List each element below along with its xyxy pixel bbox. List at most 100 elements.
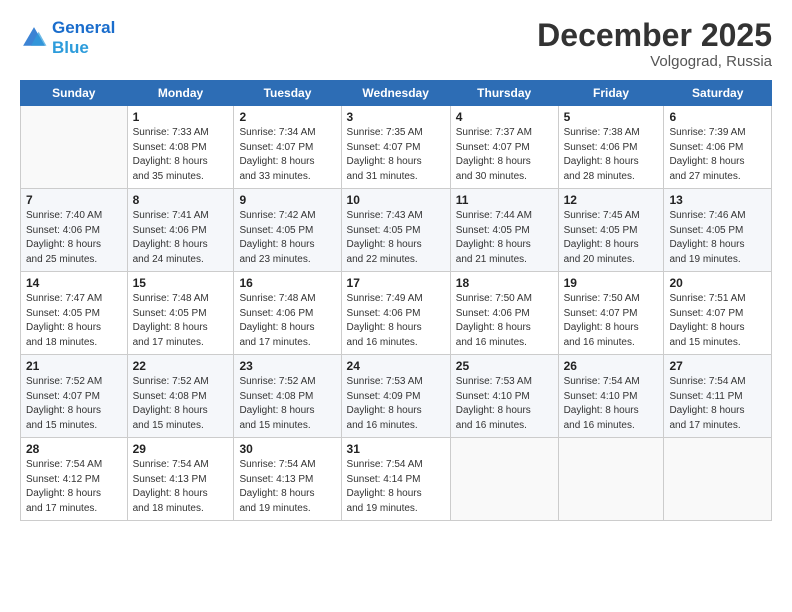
calendar-cell: 3Sunrise: 7:35 AMSunset: 4:07 PMDaylight…: [341, 106, 450, 189]
logo-blue: Blue: [52, 38, 89, 57]
daylight-text: Daylight: 8 hoursand 20 minutes.: [564, 238, 659, 267]
day-info: Sunrise: 7:39 AMSunset: 4:06 PMDaylight:…: [669, 126, 766, 184]
calendar-cell: 24Sunrise: 7:53 AMSunset: 4:09 PMDayligh…: [341, 355, 450, 438]
daylight-text: Daylight: 8 hoursand 16 minutes.: [347, 404, 445, 433]
sunset-text: Sunset: 4:07 PM: [239, 141, 335, 156]
sunrise-text: Sunrise: 7:34 AM: [239, 126, 335, 141]
sunrise-text: Sunrise: 7:54 AM: [133, 458, 229, 473]
calendar-cell: 23Sunrise: 7:52 AMSunset: 4:08 PMDayligh…: [234, 355, 341, 438]
sunset-text: Sunset: 4:06 PM: [347, 307, 445, 322]
calendar-cell: 31Sunrise: 7:54 AMSunset: 4:14 PMDayligh…: [341, 438, 450, 521]
daylight-text: Daylight: 8 hoursand 19 minutes.: [669, 238, 766, 267]
sunrise-text: Sunrise: 7:35 AM: [347, 126, 445, 141]
sunset-text: Sunset: 4:08 PM: [133, 390, 229, 405]
calendar-cell: 21Sunrise: 7:52 AMSunset: 4:07 PMDayligh…: [21, 355, 128, 438]
sunset-text: Sunset: 4:09 PM: [347, 390, 445, 405]
calendar-page: General Blue December 2025 Volgograd, Ru…: [0, 0, 792, 612]
weekday-header-monday: Monday: [127, 81, 234, 106]
daylight-text: Daylight: 8 hoursand 28 minutes.: [564, 155, 659, 184]
daylight-text: Daylight: 8 hoursand 18 minutes.: [133, 487, 229, 516]
sunset-text: Sunset: 4:05 PM: [239, 224, 335, 239]
sunrise-text: Sunrise: 7:51 AM: [669, 292, 766, 307]
day-number: 9: [239, 193, 335, 207]
sunrise-text: Sunrise: 7:42 AM: [239, 209, 335, 224]
sunrise-text: Sunrise: 7:50 AM: [456, 292, 553, 307]
day-info: Sunrise: 7:50 AMSunset: 4:07 PMDaylight:…: [564, 292, 659, 350]
calendar-cell: 15Sunrise: 7:48 AMSunset: 4:05 PMDayligh…: [127, 272, 234, 355]
logo-text: General Blue: [52, 18, 115, 57]
sunrise-text: Sunrise: 7:52 AM: [26, 375, 122, 390]
daylight-text: Daylight: 8 hoursand 16 minutes.: [456, 404, 553, 433]
sunrise-text: Sunrise: 7:50 AM: [564, 292, 659, 307]
sunset-text: Sunset: 4:05 PM: [133, 307, 229, 322]
calendar-cell: 13Sunrise: 7:46 AMSunset: 4:05 PMDayligh…: [664, 189, 772, 272]
calendar-week-2: 7 Sunrise: 7:40 AM Sunset: 4:06 PM Daylight…: [21, 189, 772, 272]
day-number: 22: [133, 359, 229, 373]
daylight-text: Daylight: 8 hoursand 21 minutes.: [456, 238, 553, 267]
sunset-text: Sunset: 4:05 PM: [347, 224, 445, 239]
day-info: Sunrise: 7:41 AMSunset: 4:06 PMDaylight:…: [133, 209, 229, 267]
sunset-text: Sunset: 4:05 PM: [669, 224, 766, 239]
daylight-text: Daylight: 8 hoursand 30 minutes.: [456, 155, 553, 184]
calendar-week-1: 1Sunrise: 7:33 AMSunset: 4:08 PMDaylight…: [21, 106, 772, 189]
day-number: 7: [26, 193, 122, 207]
sunset-text: Sunset: 4:08 PM: [133, 141, 229, 156]
calendar-cell: [21, 106, 128, 189]
day-number: 18: [456, 276, 553, 290]
day-info: Sunrise: 7:53 AMSunset: 4:10 PMDaylight:…: [456, 375, 553, 433]
sunrise-text: Sunrise: 7:46 AM: [669, 209, 766, 224]
calendar-cell: 29Sunrise: 7:54 AMSunset: 4:13 PMDayligh…: [127, 438, 234, 521]
sunrise-text: Sunrise: 7:54 AM: [564, 375, 659, 390]
sunrise-text: Sunrise: 7:40 AM: [26, 209, 122, 224]
weekday-header-row: SundayMondayTuesdayWednesdayThursdayFrid…: [21, 81, 772, 106]
weekday-header-wednesday: Wednesday: [341, 81, 450, 106]
calendar-body: 1Sunrise: 7:33 AMSunset: 4:08 PMDaylight…: [21, 106, 772, 521]
sunset-text: Sunset: 4:14 PM: [347, 473, 445, 488]
calendar-cell: 6Sunrise: 7:39 AMSunset: 4:06 PMDaylight…: [664, 106, 772, 189]
day-number: 14: [26, 276, 122, 290]
daylight-text: Daylight: 8 hoursand 16 minutes.: [456, 321, 553, 350]
sunrise-text: Sunrise: 7:53 AM: [347, 375, 445, 390]
sunset-text: Sunset: 4:10 PM: [456, 390, 553, 405]
sunset-text: Sunset: 4:07 PM: [26, 390, 122, 405]
day-number: 8: [133, 193, 229, 207]
sunrise-text: Sunrise: 7:52 AM: [239, 375, 335, 390]
sunset-text: Sunset: 4:10 PM: [564, 390, 659, 405]
sunrise-text: Sunrise: 7:43 AM: [347, 209, 445, 224]
day-info: Sunrise: 7:54 AMSunset: 4:12 PMDaylight:…: [26, 458, 122, 516]
day-info: Sunrise: 7:34 AMSunset: 4:07 PMDaylight:…: [239, 126, 335, 184]
daylight-text: Daylight: 8 hoursand 22 minutes.: [347, 238, 445, 267]
sunset-text: Sunset: 4:13 PM: [133, 473, 229, 488]
calendar-cell: 14Sunrise: 7:47 AMSunset: 4:05 PMDayligh…: [21, 272, 128, 355]
daylight-text: Daylight: 8 hoursand 17 minutes.: [133, 321, 229, 350]
calendar-cell: 18Sunrise: 7:50 AMSunset: 4:06 PMDayligh…: [450, 272, 558, 355]
sunset-text: Sunset: 4:08 PM: [239, 390, 335, 405]
daylight-text: Daylight: 8 hoursand 17 minutes.: [239, 321, 335, 350]
sunrise-text: Sunrise: 7:48 AM: [239, 292, 335, 307]
weekday-header-saturday: Saturday: [664, 81, 772, 106]
day-info: Sunrise: 7:54 AMSunset: 4:11 PMDaylight:…: [669, 375, 766, 433]
sunset-text: Sunset: 4:07 PM: [564, 307, 659, 322]
day-number: 4: [456, 110, 553, 124]
calendar-cell: 8 Sunrise: 7:41 AMSunset: 4:06 PMDaylight…: [127, 189, 234, 272]
day-info: Sunrise: 7:37 AMSunset: 4:07 PMDaylight:…: [456, 126, 553, 184]
sunset-text: Sunset: 4:06 PM: [133, 224, 229, 239]
day-info: Sunrise: 7:45 AMSunset: 4:05 PMDaylight:…: [564, 209, 659, 267]
sunrise-text: Sunrise: 7:54 AM: [347, 458, 445, 473]
daylight-text: Daylight: 8 hoursand 16 minutes.: [564, 321, 659, 350]
sunset-text: Sunset: 4:11 PM: [669, 390, 766, 405]
day-info: Sunrise: 7:38 AMSunset: 4:06 PMDaylight:…: [564, 126, 659, 184]
day-info: Sunrise: 7:44 AMSunset: 4:05 PMDaylight:…: [456, 209, 553, 267]
calendar-cell: [558, 438, 664, 521]
sunrise-text: Sunrise: 7:54 AM: [239, 458, 335, 473]
daylight-text: Daylight: 8 hoursand 23 minutes.: [239, 238, 335, 267]
calendar-cell: 28Sunrise: 7:54 AMSunset: 4:12 PMDayligh…: [21, 438, 128, 521]
calendar-cell: 19Sunrise: 7:50 AMSunset: 4:07 PMDayligh…: [558, 272, 664, 355]
daylight-text: Daylight: 8 hoursand 17 minutes.: [26, 487, 122, 516]
location: Volgograd, Russia: [537, 53, 772, 70]
day-number: 30: [239, 442, 335, 456]
calendar-cell: 11Sunrise: 7:44 AMSunset: 4:05 PMDayligh…: [450, 189, 558, 272]
day-number: 26: [564, 359, 659, 373]
sunrise-text: Sunrise: 7:53 AM: [456, 375, 553, 390]
sunrise-text: Sunrise: 7:47 AM: [26, 292, 122, 307]
